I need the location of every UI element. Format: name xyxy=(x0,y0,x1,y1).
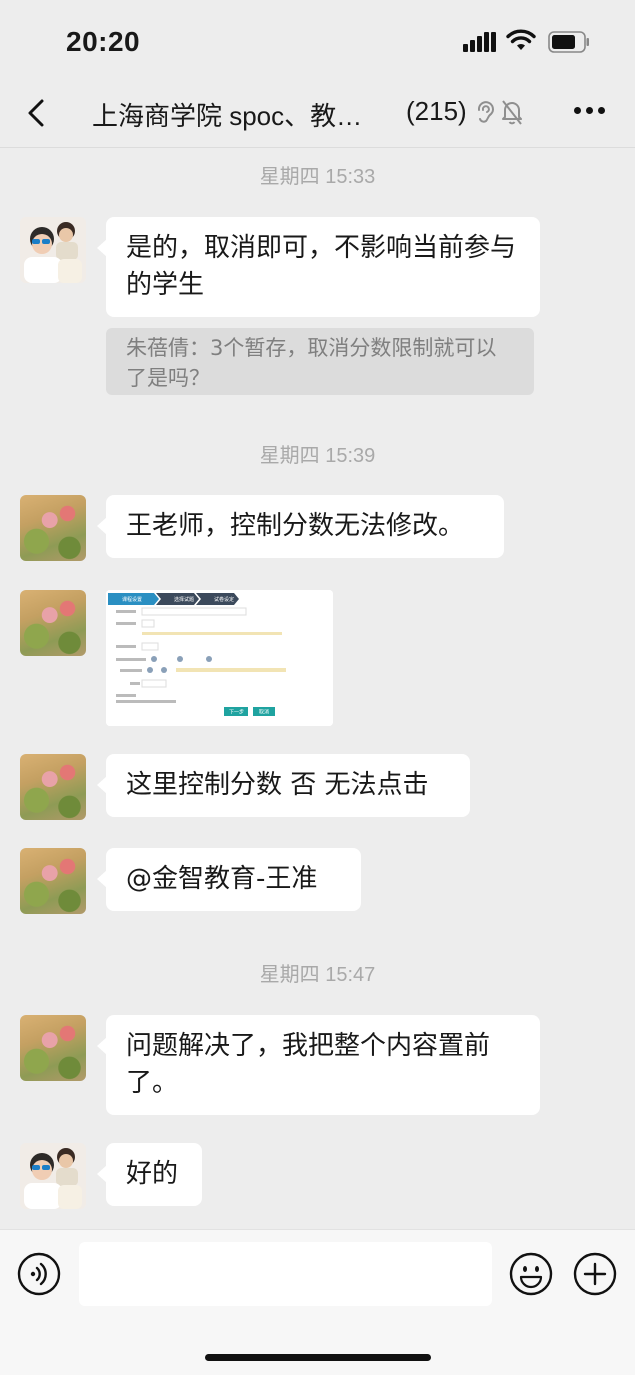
step-label: 课程设置 xyxy=(122,596,142,603)
avatar[interactable] xyxy=(20,217,86,283)
message-bubble[interactable]: @金智教育-王准 xyxy=(97,848,361,911)
message-bubble[interactable]: 王老师，控制分数无法修改。 xyxy=(97,495,504,558)
cellular-signal-icon xyxy=(463,30,497,52)
wifi-icon xyxy=(506,29,536,50)
avatar[interactable] xyxy=(20,848,86,914)
earpiece-mode-icon xyxy=(477,101,494,123)
mute-bell-icon xyxy=(502,100,522,125)
kids-photo-avatar-icon xyxy=(20,217,86,283)
kids-photo-avatar-icon xyxy=(20,1143,86,1209)
chat-title[interactable]: 上海商学院 spoc、教… xyxy=(92,96,362,133)
cancel-button-label: 取消 xyxy=(259,709,269,716)
avatar[interactable] xyxy=(20,590,86,656)
home-indicator[interactable] xyxy=(205,1354,431,1361)
step-label: 选择试题 xyxy=(174,596,194,603)
input-bar xyxy=(0,1229,635,1375)
back-arrow-icon[interactable] xyxy=(22,95,50,131)
timestamp: 星期四 15:33 xyxy=(259,166,376,188)
screenshot-image-message[interactable]: 课程设置 选择试题 试卷设定 下一步 取消 xyxy=(106,590,333,726)
avatar[interactable] xyxy=(20,495,86,561)
message-bubble[interactable]: 好的 xyxy=(97,1143,202,1206)
timestamp: 星期四 15:39 xyxy=(259,445,376,467)
status-time: 20:20 xyxy=(66,26,141,57)
avatar[interactable] xyxy=(20,754,86,820)
status-bar: 20:20 xyxy=(0,0,635,82)
chat-nav-bar: 上海商学院 spoc、教… (215) xyxy=(0,82,635,148)
form-screenshot-image: 课程设置 选择试题 试卷设定 下一步 取消 xyxy=(106,590,333,726)
emoji-icon[interactable] xyxy=(509,1252,553,1296)
voice-input-icon[interactable] xyxy=(17,1252,61,1296)
step-label: 试卷设定 xyxy=(214,596,234,603)
next-button-label: 下一步 xyxy=(229,710,244,716)
message-bubble[interactable]: 问题解决了，我把整个内容置前了。 xyxy=(97,1015,540,1115)
member-count: (215) xyxy=(406,96,467,126)
timestamp: 星期四 15:47 xyxy=(259,964,376,986)
more-options-icon[interactable] xyxy=(572,106,606,116)
message-bubble[interactable]: 这里控制分数 否 无法点击 xyxy=(97,754,470,817)
battery-icon xyxy=(548,31,589,53)
message-bubble[interactable]: 是的，取消即可，不影响当前参与的学生 xyxy=(97,217,540,317)
avatar[interactable] xyxy=(20,1015,86,1081)
message-input[interactable] xyxy=(79,1242,492,1306)
add-more-icon[interactable] xyxy=(573,1252,617,1296)
avatar[interactable] xyxy=(20,1143,86,1209)
quoted-reply[interactable]: 朱蓓倩：3个暂存，取消分数限制就可以了是吗？ xyxy=(106,328,534,395)
